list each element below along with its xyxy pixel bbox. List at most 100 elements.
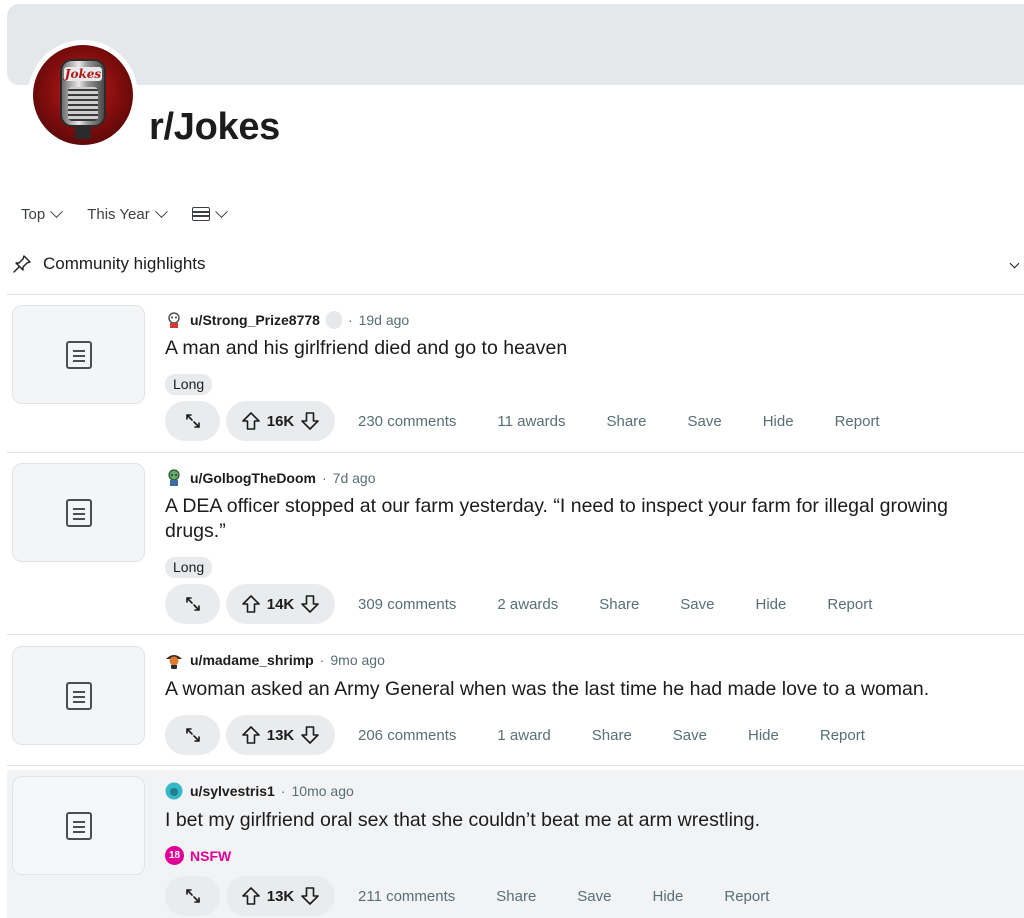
upvote-icon[interactable]	[241, 594, 261, 614]
post-actions: 14K 309 comments 2 awards Share Save Hid…	[165, 584, 890, 624]
downvote-icon[interactable]	[300, 725, 320, 745]
report-button[interactable]: Report	[820, 727, 865, 744]
post-card[interactable]: u/GolbogTheDoom · 7d ago A DEA officer s…	[0, 453, 1024, 634]
report-button[interactable]: Report	[724, 888, 769, 905]
post-author[interactable]: u/sylvestris1	[190, 783, 275, 799]
post-title[interactable]: A DEA officer stopped at our farm yester…	[165, 494, 995, 544]
post-actions: 16K 230 comments 11 awards Share Save Hi…	[165, 401, 898, 441]
share-button[interactable]: Share	[592, 727, 632, 744]
community-highlights-toggle[interactable]: Community highlights	[12, 252, 1024, 276]
vote-count: 13K	[266, 726, 295, 744]
post-author[interactable]: u/madame_shrimp	[190, 652, 314, 668]
pin-icon	[13, 255, 31, 273]
user-avatar-icon[interactable]	[165, 651, 183, 669]
vote-control: 13K	[226, 715, 335, 755]
post-card[interactable]: u/madame_shrimp · 9mo ago A woman asked …	[0, 635, 1024, 765]
post-time: 10mo ago	[291, 783, 354, 799]
post-thumbnail[interactable]	[12, 463, 145, 562]
post-time: 9mo ago	[330, 652, 385, 668]
time-range-dropdown[interactable]: This Year	[87, 204, 168, 223]
subreddit-avatar[interactable]: Jokes	[28, 40, 138, 150]
upvote-icon[interactable]	[241, 411, 261, 431]
post-meta: u/GolbogTheDoom · 7d ago	[165, 469, 375, 487]
post-author[interactable]: u/GolbogTheDoom	[190, 470, 316, 486]
vote-count: 16K	[266, 412, 295, 430]
post-thumbnail[interactable]	[12, 305, 145, 404]
upvote-icon[interactable]	[241, 886, 261, 906]
layout-card-icon	[191, 207, 210, 221]
user-avatar-icon[interactable]	[165, 782, 183, 800]
vote-control: 14K	[226, 584, 335, 624]
comments-button[interactable]: 211 comments	[358, 888, 455, 905]
expand-icon	[185, 597, 200, 611]
post-flair-tag[interactable]: Long	[165, 557, 213, 578]
post-time: 7d ago	[332, 470, 376, 486]
divider	[7, 765, 1024, 766]
hide-button[interactable]: Hide	[756, 596, 787, 613]
vote-count: 13K	[266, 887, 295, 905]
user-avatar-icon[interactable]	[165, 311, 183, 329]
highlights-label: Community highlights	[43, 254, 206, 273]
microphone-icon: Jokes	[33, 45, 133, 145]
expand-button[interactable]	[165, 584, 220, 624]
post-title[interactable]: I bet my girlfriend oral sex that she co…	[165, 808, 995, 833]
report-button[interactable]: Report	[835, 413, 880, 430]
hide-button[interactable]: Hide	[763, 413, 794, 430]
comments-button[interactable]: 206 comments	[358, 727, 456, 744]
vote-control: 16K	[226, 401, 335, 441]
awards-button[interactable]: 1 award	[497, 727, 550, 744]
post-meta: u/sylvestris1 · 10mo ago	[165, 782, 354, 800]
time-range-label: This Year	[87, 205, 150, 223]
post-time: 19d ago	[358, 312, 410, 328]
downvote-icon[interactable]	[300, 594, 320, 614]
post-flair-tag[interactable]: Long	[165, 374, 213, 395]
downvote-icon[interactable]	[300, 411, 320, 431]
vote-count: 14K	[266, 595, 295, 613]
share-button[interactable]: Share	[599, 596, 639, 613]
post-card[interactable]: u/Strong_Prize8778 · 19d ago A man and h…	[0, 295, 1024, 452]
awards-button[interactable]: 2 awards	[497, 596, 558, 613]
share-button[interactable]: Share	[606, 413, 646, 430]
view-layout-dropdown[interactable]	[191, 204, 228, 221]
post-card[interactable]: u/sylvestris1 · 10mo ago I bet my girlfr…	[7, 770, 1024, 918]
text-post-icon	[65, 681, 92, 710]
expand-button[interactable]	[165, 401, 220, 441]
share-button[interactable]: Share	[496, 888, 536, 905]
post-author[interactable]: u/Strong_Prize8778	[190, 312, 320, 328]
save-button[interactable]: Save	[688, 413, 722, 430]
downvote-icon[interactable]	[300, 886, 320, 906]
subreddit-title[interactable]: r/Jokes	[149, 106, 280, 149]
upvote-icon[interactable]	[241, 725, 261, 745]
separator-dot: ·	[321, 470, 327, 486]
chevron-down-icon	[154, 204, 168, 218]
sort-dropdown[interactable]: Top	[21, 204, 64, 223]
save-button[interactable]: Save	[577, 888, 611, 905]
separator-dot: ·	[319, 652, 325, 668]
text-post-icon	[65, 811, 92, 840]
post-thumbnail[interactable]	[12, 646, 145, 745]
avatar-logo-text: Jokes	[64, 67, 102, 81]
expand-icon	[185, 889, 200, 903]
save-button[interactable]: Save	[673, 727, 707, 744]
chevron-down-icon[interactable]	[1009, 258, 1020, 269]
report-button[interactable]: Report	[827, 596, 872, 613]
post-title[interactable]: A man and his girlfriend died and go to …	[165, 336, 995, 361]
awards-button[interactable]: 11 awards	[497, 413, 565, 430]
hide-button[interactable]: Hide	[653, 888, 684, 905]
post-thumbnail[interactable]	[12, 776, 145, 875]
vote-control: 13K	[226, 876, 335, 916]
save-button[interactable]: Save	[680, 596, 714, 613]
hide-button[interactable]: Hide	[748, 727, 779, 744]
comments-button[interactable]: 230 comments	[358, 413, 456, 430]
comments-button[interactable]: 309 comments	[358, 596, 456, 613]
expand-button[interactable]	[165, 715, 220, 755]
text-post-icon	[65, 340, 92, 369]
post-meta: u/madame_shrimp · 9mo ago	[165, 651, 385, 669]
expand-button[interactable]	[165, 876, 220, 916]
expand-icon	[185, 414, 200, 428]
user-avatar-icon[interactable]	[165, 469, 183, 487]
post-actions: 13K 206 comments 1 award Share Save Hide…	[165, 715, 883, 755]
sort-bar: Top This Year	[21, 202, 252, 226]
nsfw-tag[interactable]: 18 NSFW	[165, 846, 231, 865]
post-title[interactable]: A woman asked an Army General when was t…	[165, 677, 995, 702]
